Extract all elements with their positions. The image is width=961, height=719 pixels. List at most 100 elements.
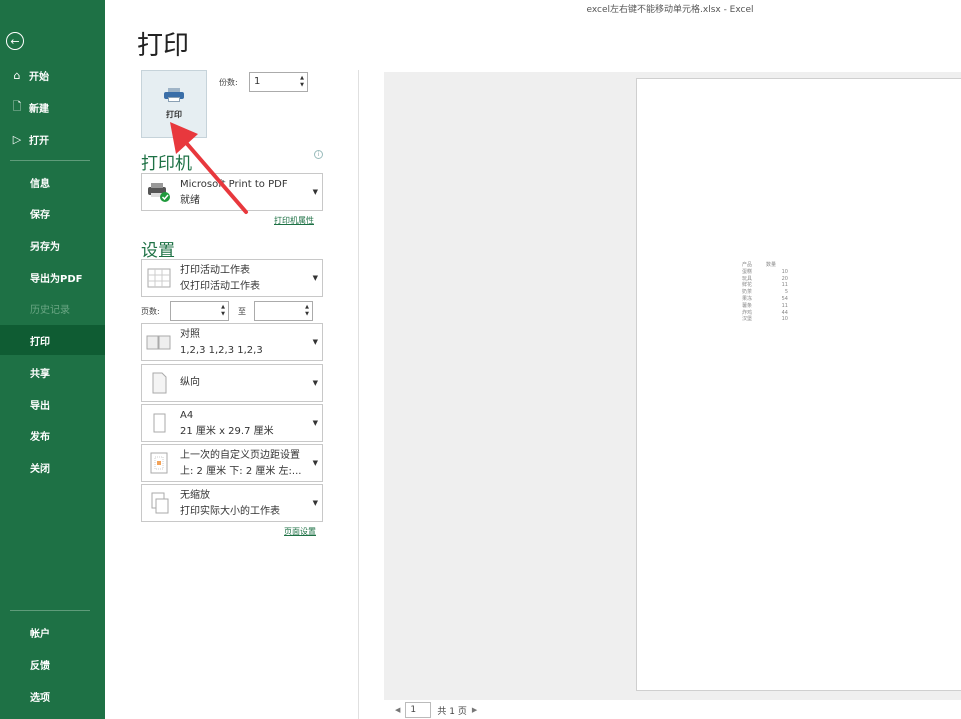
- table-cell: 20: [781, 275, 788, 282]
- sidebar-item-new[interactable]: 🗋 新建: [0, 92, 105, 122]
- table-cell: 薯条: [742, 302, 753, 309]
- table-row: 汉堡 10: [742, 316, 788, 323]
- table-cell: 5: [784, 289, 788, 296]
- print-what-dropdown[interactable]: 打印活动工作表 仅打印活动工作表 ▼: [141, 259, 323, 297]
- sidebar-item-label: 导出为PDF: [30, 273, 83, 285]
- home-icon: ⌂: [13, 68, 21, 82]
- sidebar-item-label: 发布: [30, 431, 50, 443]
- setting-line1: 纵向: [180, 377, 200, 388]
- copies-value: 1: [254, 76, 261, 87]
- chevron-down-icon: ▼: [312, 338, 318, 346]
- setting-line2: 21 厘米 x 29.7 厘米: [180, 426, 274, 437]
- sidebar-item-label: 新建: [29, 103, 49, 115]
- table-row: 薯条 11: [742, 303, 788, 310]
- copies-input[interactable]: 1 ▲ ▼: [249, 72, 308, 92]
- total-pages-label: 共 1 页: [437, 706, 467, 717]
- sidebar-item-label: 打印: [30, 336, 50, 348]
- prev-page-icon[interactable]: ◀: [395, 706, 400, 714]
- preview-page: 产品 数量 蛋糕 10 玩具 20 鲜花 11 奶茶 5 果冻 54 薯条 11 炸鸡 44 …: [636, 78, 961, 691]
- sidebar-item-home[interactable]: ⌂ 开始: [0, 60, 105, 90]
- backstage-sidebar: ← ⌂ 开始 🗋 新建 ▷ 打开 信息 保存 另存为 导出为PDF 历史记录 打…: [0, 0, 105, 719]
- sidebar-item-feedback[interactable]: 反馈: [0, 649, 105, 679]
- sidebar-item-export-pdf[interactable]: 导出为PDF: [0, 262, 105, 292]
- preview-table: 产品 数量 蛋糕 10 玩具 20 鲜花 11 奶茶 5 果冻 54 薯条 11 炸鸡 44 …: [742, 262, 788, 323]
- current-page-input[interactable]: 1: [405, 702, 432, 718]
- chevron-down-icon: ▼: [312, 379, 318, 387]
- table-cell: 汉堡: [742, 316, 753, 323]
- back-arrow-icon[interactable]: ←: [6, 32, 24, 50]
- sidebar-item-label: 另存为: [30, 241, 60, 253]
- sidebar-item-save-as[interactable]: 另存为: [0, 230, 105, 260]
- pages-from-spinner[interactable]: ▲ ▼: [220, 304, 226, 318]
- setting-line1: A4: [180, 410, 194, 421]
- table-row: 奶茶 5: [742, 289, 788, 296]
- setting-line2: 1,2,3 1,2,3 1,2,3: [180, 345, 263, 356]
- table-row: 蛋糕 10: [742, 269, 788, 276]
- paper-size-dropdown[interactable]: A4 21 厘米 x 29.7 厘米 ▼: [141, 404, 323, 442]
- settings-section-title: 设置: [141, 241, 175, 261]
- sidebar-item-label: 关闭: [30, 463, 50, 475]
- sidebar-item-history: 历史记录: [0, 293, 105, 323]
- sidebar-item-save[interactable]: 保存: [0, 198, 105, 228]
- pages-to-input[interactable]: ▲ ▼: [254, 301, 313, 321]
- margins-dropdown[interactable]: 上一次的自定义页边距设置 上: 2 厘米 下: 2 厘米 左:... ▼: [141, 444, 323, 482]
- sidebar-item-label: 反馈: [30, 660, 50, 672]
- sidebar-item-account[interactable]: 帐户: [0, 617, 105, 647]
- table-cell: 11: [781, 302, 788, 309]
- table-cell: 奶茶: [742, 289, 753, 296]
- table-header-product: 产品: [742, 262, 753, 268]
- sidebar-item-info[interactable]: 信息: [0, 167, 105, 197]
- printer-icon: [164, 88, 184, 102]
- sidebar-item-label: 打开: [29, 135, 49, 147]
- collate-dropdown[interactable]: 对照 1,2,3 1,2,3 1,2,3 ▼: [141, 323, 323, 361]
- table-cell: 54: [781, 295, 788, 302]
- table-cell: 11: [781, 282, 788, 289]
- table-cell: 果冻: [742, 295, 753, 302]
- sidebar-item-label: 帐户: [30, 628, 50, 640]
- sidebar-item-print[interactable]: 打印: [0, 325, 105, 355]
- chevron-down-icon: ▼: [312, 419, 318, 427]
- setting-line2: 打印实际大小的工作表: [180, 506, 280, 517]
- paper-icon: [153, 413, 166, 433]
- table-header-qty: 数量: [766, 262, 777, 268]
- sidebar-item-publish[interactable]: 发布: [0, 420, 105, 450]
- pages-to-label: 至: [238, 307, 246, 316]
- sidebar-item-label: 共享: [30, 368, 50, 380]
- pages-to-spinner[interactable]: ▲ ▼: [304, 304, 310, 318]
- annotation-arrow: [170, 122, 248, 214]
- printer-properties-link[interactable]: 打印机属性: [274, 215, 314, 226]
- sidebar-item-label: 导出: [30, 400, 50, 412]
- sidebar-item-open[interactable]: ▷ 打开: [0, 124, 105, 154]
- sidebar-item-export[interactable]: 导出: [0, 389, 105, 419]
- sidebar-item-close[interactable]: 关闭: [0, 452, 105, 482]
- sidebar-item-label: 开始: [29, 71, 49, 83]
- chevron-down-icon: ▼: [312, 499, 318, 507]
- scaling-icon: [151, 492, 169, 514]
- orientation-dropdown[interactable]: 纵向 ▼: [141, 364, 323, 402]
- page-title: 打印: [137, 31, 190, 61]
- window-title: excel左右键不能移动单元格.xlsx - Excel: [586, 5, 754, 15]
- page-setup-link[interactable]: 页面设置: [284, 526, 316, 537]
- sidebar-item-options[interactable]: 选项: [0, 681, 105, 711]
- chevron-down-icon: ▼: [312, 188, 318, 196]
- next-page-icon[interactable]: ▶: [472, 706, 477, 714]
- copies-spinner[interactable]: ▲ ▼: [299, 75, 305, 89]
- sidebar-item-share[interactable]: 共享: [0, 357, 105, 387]
- setting-line1: 对照: [180, 329, 200, 340]
- setting-line1: 打印活动工作表: [180, 265, 250, 276]
- open-folder-icon: ▷: [12, 132, 22, 146]
- setting-line1: 上一次的自定义页边距设置: [180, 450, 300, 461]
- collate-icon: [146, 335, 171, 350]
- table-cell: 10: [781, 268, 788, 275]
- pages-from-input[interactable]: ▲ ▼: [170, 301, 229, 321]
- info-icon[interactable]: i: [314, 150, 323, 159]
- sidebar-item-label: 信息: [30, 178, 50, 190]
- sidebar-divider: [10, 160, 90, 161]
- chevron-down-icon: ▼: [312, 459, 318, 467]
- table-cell: 蛋糕: [742, 268, 753, 275]
- setting-line2: 上: 2 厘米 下: 2 厘米 左:...: [180, 466, 302, 477]
- table-header-row: 产品 数量: [742, 262, 788, 269]
- page-navigator: ◀ 1 共 1 页 ▶: [390, 702, 482, 718]
- scaling-dropdown[interactable]: 无缩放 打印实际大小的工作表 ▼: [141, 484, 323, 522]
- sidebar-item-label: 保存: [30, 209, 50, 221]
